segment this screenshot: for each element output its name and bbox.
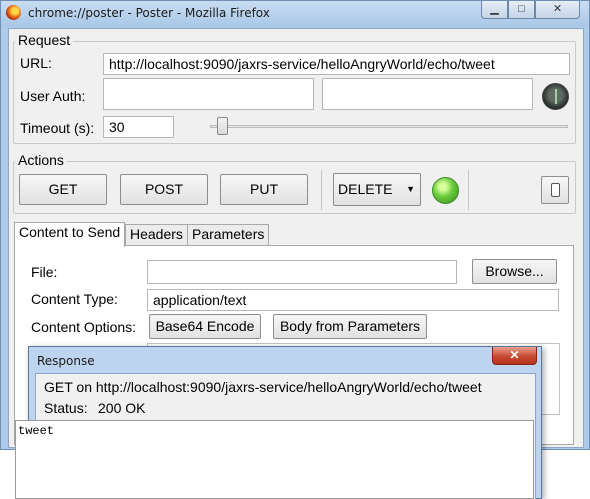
- auth-status-icon[interactable]: [542, 83, 569, 110]
- method-select[interactable]: DELETE ▼: [333, 173, 421, 206]
- actions-group-title: Actions: [15, 152, 67, 168]
- status-indicator-icon: [432, 177, 459, 204]
- tab-parameters[interactable]: Parameters: [187, 224, 270, 246]
- response-status-value: 200 OK: [98, 400, 146, 416]
- user-auth-password-input[interactable]: [322, 78, 533, 110]
- browse-button[interactable]: Browse...: [472, 259, 557, 284]
- content-options-label: Content Options:: [31, 319, 137, 335]
- method-select-value: DELETE: [338, 181, 393, 197]
- tab-content-to-send[interactable]: Content to Send: [14, 222, 126, 247]
- window-title: chrome://poster - Poster - Mozilla Firef…: [28, 6, 270, 20]
- content-type-label: Content Type:: [31, 291, 118, 307]
- separator: [468, 170, 469, 210]
- response-close-button[interactable]: ✕: [492, 347, 537, 365]
- body-from-parameters-button[interactable]: Body from Parameters: [273, 314, 427, 339]
- base64-encode-button[interactable]: Base64 Encode: [149, 314, 261, 339]
- firefox-icon: [6, 5, 21, 20]
- minimize-button[interactable]: ▁: [481, 1, 508, 19]
- request-group-title: Request: [15, 32, 74, 48]
- tab-headers[interactable]: Headers: [125, 224, 188, 246]
- close-button[interactable]: ✕: [535, 1, 580, 19]
- chevron-down-icon: ▼: [406, 184, 415, 194]
- title-bar[interactable]: chrome://poster - Poster - Mozilla Firef…: [1, 1, 589, 27]
- file-input[interactable]: [147, 260, 457, 284]
- timeout-slider-thumb[interactable]: [216, 117, 228, 135]
- put-button[interactable]: PUT: [220, 174, 308, 205]
- response-body-text[interactable]: tweet: [15, 420, 534, 499]
- maximize-button[interactable]: □: [508, 1, 535, 19]
- get-button[interactable]: GET: [19, 174, 107, 205]
- timeout-label: Timeout (s):: [20, 120, 95, 136]
- separator: [321, 170, 322, 210]
- toggle-icon: [551, 183, 560, 197]
- response-status-label: Status:: [44, 400, 88, 416]
- response-title: Response: [37, 354, 95, 368]
- timeout-input[interactable]: 30: [103, 116, 174, 138]
- response-summary: GET on http://localhost:9090/jaxrs-servi…: [44, 379, 482, 395]
- url-label: URL:: [20, 55, 52, 71]
- url-input[interactable]: http://localhost:9090/jaxrs-service/hell…: [103, 53, 570, 75]
- user-auth-username-input[interactable]: [103, 78, 314, 110]
- post-button[interactable]: POST: [120, 174, 208, 205]
- user-auth-label: User Auth:: [20, 88, 86, 104]
- toggle-panel-button[interactable]: [541, 176, 569, 204]
- content-type-input[interactable]: application/text: [147, 289, 559, 311]
- timeout-slider-track[interactable]: [210, 125, 568, 128]
- file-label: File:: [31, 264, 58, 280]
